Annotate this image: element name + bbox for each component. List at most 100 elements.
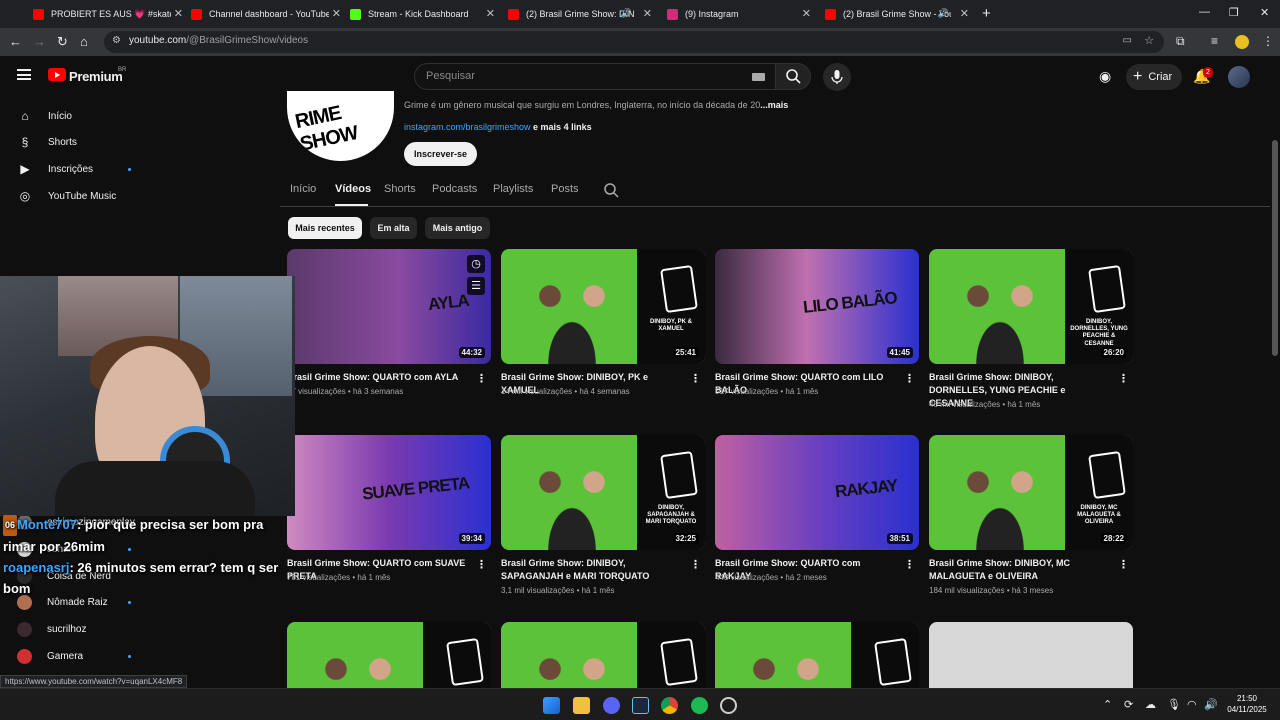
- video-thumbnail[interactable]: LILO BALÃO 41:45: [715, 249, 919, 364]
- instagram-link[interactable]: instagram.com/brasilgrimeshow: [404, 122, 531, 132]
- browser-tab[interactable]: PROBIERT ES AUS 💗 #skate #sk✕: [33, 3, 183, 25]
- tab-playlists[interactable]: Playlists: [493, 183, 533, 195]
- chrome-icon[interactable]: [661, 697, 678, 714]
- microphone-tray-icon[interactable]: 🎙: [1167, 698, 1181, 711]
- video-card[interactable]: RAKJAY 38:51 Brasil Grime Show: QUARTO com…: [715, 435, 919, 605]
- browser-tab[interactable]: (2) Brasil Grime Show: DINI 🔊 ✕: [508, 3, 652, 25]
- account-avatar[interactable]: [1228, 66, 1250, 88]
- new-tab-icon[interactable]: +: [982, 5, 991, 22]
- search-input[interactable]: Pesquisar: [414, 63, 776, 90]
- menu-icon[interactable]: [17, 69, 31, 80]
- channel-links[interactable]: instagram.com/brasilgrimeshow e mais 4 l…: [404, 122, 592, 132]
- channel-search-icon[interactable]: [603, 182, 619, 201]
- more-actions-icon[interactable]: ⋮: [1118, 372, 1129, 385]
- network-app-icon[interactable]: ⟳: [1124, 698, 1133, 711]
- video-thumbnail[interactable]: RAKJAY 38:51: [715, 435, 919, 550]
- site-info-icon[interactable]: ⚙: [112, 35, 121, 46]
- volume-icon[interactable]: 🔊: [1204, 698, 1218, 711]
- close-tab-icon[interactable]: ✕: [960, 7, 969, 20]
- sidebar-item-youtube-music[interactable]: ◎ YouTube Music: [17, 186, 116, 206]
- video-card[interactable]: AYLA 44:32 ◷ ☰ Brasil Grime Show: QUARTO com…: [287, 249, 491, 419]
- browser-tab[interactable]: Stream - Kick Dashboard ✕: [350, 3, 495, 25]
- video-card[interactable]: DINIBOY, PK & XAMUEL 25:41 Brasil Grime Sh…: [501, 249, 705, 419]
- forward-icon[interactable]: →: [33, 34, 46, 49]
- more-links[interactable]: e mais 4 links: [531, 122, 592, 132]
- home-icon[interactable]: ⌂: [80, 34, 88, 49]
- video-thumbnail[interactable]: DINIBOY, SAPAGANJAH & MARI TORQUATO 32:25: [501, 435, 705, 550]
- chevron-up-icon[interactable]: ⌃: [1103, 698, 1112, 711]
- sidebar-item-shorts[interactable]: § Shorts: [17, 132, 77, 152]
- minimize-icon[interactable]: —: [1199, 6, 1210, 18]
- sidebar-item-subscriptions[interactable]: ▶ Inscrições: [17, 159, 93, 179]
- audio-playing-icon[interactable]: 🔊: [621, 8, 632, 19]
- browser-tab[interactable]: Channel dashboard - YouTube S ✕: [191, 3, 341, 25]
- video-card[interactable]: [287, 622, 491, 688]
- tab-posts[interactable]: Posts: [551, 183, 579, 195]
- browser-tab[interactable]: (2) Brasil Grime Show - You 🔊 ✕: [825, 3, 969, 25]
- close-tab-icon[interactable]: ✕: [486, 7, 495, 20]
- sidebar-item-home[interactable]: ⌂ Início: [17, 106, 72, 126]
- media-control-icon[interactable]: ≡: [1211, 34, 1218, 48]
- back-icon[interactable]: ←: [9, 34, 22, 49]
- more-actions-icon[interactable]: ⋮: [904, 372, 915, 385]
- voice-search-button[interactable]: [823, 63, 851, 91]
- video-title[interactable]: Brasil Grime Show: QUARTO com AYLA: [287, 371, 467, 384]
- maximize-icon[interactable]: ❐: [1229, 6, 1239, 19]
- subscribe-button[interactable]: Inscrever-se: [404, 142, 477, 166]
- more-actions-icon[interactable]: ⋮: [476, 372, 487, 385]
- video-card[interactable]: [501, 622, 705, 688]
- profile-icon[interactable]: [1235, 35, 1249, 49]
- discord-icon[interactable]: [603, 697, 620, 714]
- extensions-icon[interactable]: ⧉: [1176, 34, 1185, 49]
- video-thumbnail[interactable]: [715, 622, 919, 688]
- tab-videos[interactable]: Vídeos: [335, 183, 371, 195]
- file-explorer-icon[interactable]: [573, 697, 590, 714]
- video-card[interactable]: LILO BALÃO 41:45 Brasil Grime Show: QUARTO…: [715, 249, 919, 419]
- video-thumbnail[interactable]: AYLA 44:32 ◷ ☰: [287, 249, 491, 364]
- create-button[interactable]: + Criar: [1126, 64, 1182, 90]
- channel-logo[interactable]: RIME SHOW: [287, 91, 394, 161]
- reload-icon[interactable]: ↻: [57, 34, 68, 50]
- chip-mais-recentes[interactable]: Mais recentes: [288, 217, 362, 239]
- cloud-icon[interactable]: ☁: [1145, 698, 1156, 711]
- eye-icon[interactable]: ◉: [1099, 68, 1111, 85]
- youtube-logo-icon[interactable]: [48, 68, 66, 81]
- search-button[interactable]: [775, 63, 811, 90]
- windows-start-icon[interactable]: [543, 697, 560, 714]
- premium-brand[interactable]: Premium: [69, 69, 123, 84]
- chip-mais-antigo[interactable]: Mais antigo: [425, 217, 490, 239]
- scrollbar-thumb[interactable]: [1272, 140, 1278, 356]
- watch-later-icon[interactable]: ◷: [467, 255, 485, 273]
- video-card[interactable]: SUAVE PRETA 39:34 Brasil Grime Show: QUART…: [287, 435, 491, 605]
- channel-description[interactable]: Grime é um gênero musical que surgiu em …: [404, 100, 788, 110]
- video-thumbnail[interactable]: DINIBOY, PK & XAMUEL 25:41: [501, 249, 705, 364]
- browser-tab[interactable]: (9) Instagram ✕: [667, 3, 811, 25]
- video-card[interactable]: DINIBOY, SAPAGANJAH & MARI TORQUATO 32:25…: [501, 435, 705, 605]
- app-icon[interactable]: [720, 697, 737, 714]
- close-tab-icon[interactable]: ✕: [332, 7, 341, 20]
- video-thumbnail[interactable]: DINIBOY, DORNELLES, YUNG PEACHIE & CESAN…: [929, 249, 1133, 364]
- steam-icon[interactable]: [632, 697, 649, 714]
- video-thumbnail[interactable]: DINIBOY, MC MALAGUETA & OLIVEIRA 28:22: [929, 435, 1133, 550]
- more-actions-icon[interactable]: ⋮: [1118, 558, 1129, 571]
- more-link[interactable]: ...mais: [760, 100, 788, 110]
- video-card[interactable]: [929, 622, 1133, 688]
- tab-shorts[interactable]: Shorts: [384, 183, 416, 195]
- system-clock[interactable]: 21:50 04/11/2025: [1222, 693, 1272, 715]
- bookmark-star-icon[interactable]: ☆: [1144, 34, 1154, 47]
- audio-playing-icon[interactable]: 🔊: [938, 8, 949, 19]
- more-actions-icon[interactable]: ⋮: [690, 372, 701, 385]
- more-actions-icon[interactable]: ⋮: [690, 558, 701, 571]
- more-actions-icon[interactable]: ⋮: [904, 558, 915, 571]
- url-field[interactable]: ⚙ youtube.com/@BrasilGrimeShow/videos ▭ …: [104, 31, 1164, 53]
- page-scrollbar[interactable]: [1270, 56, 1280, 688]
- subscription-item[interactable]: sucrilhoz: [17, 619, 86, 639]
- subscription-item[interactable]: Gamera: [17, 646, 83, 666]
- video-title[interactable]: Brasil Grime Show: DINIBOY, MC MALAGUETA…: [929, 557, 1109, 583]
- add-to-queue-icon[interactable]: ☰: [467, 277, 485, 295]
- close-tab-icon[interactable]: ✕: [802, 7, 811, 20]
- spotify-icon[interactable]: [691, 697, 708, 714]
- more-actions-icon[interactable]: ⋮: [476, 558, 487, 571]
- keyboard-icon[interactable]: [752, 73, 765, 81]
- close-tab-icon[interactable]: ✕: [174, 7, 183, 20]
